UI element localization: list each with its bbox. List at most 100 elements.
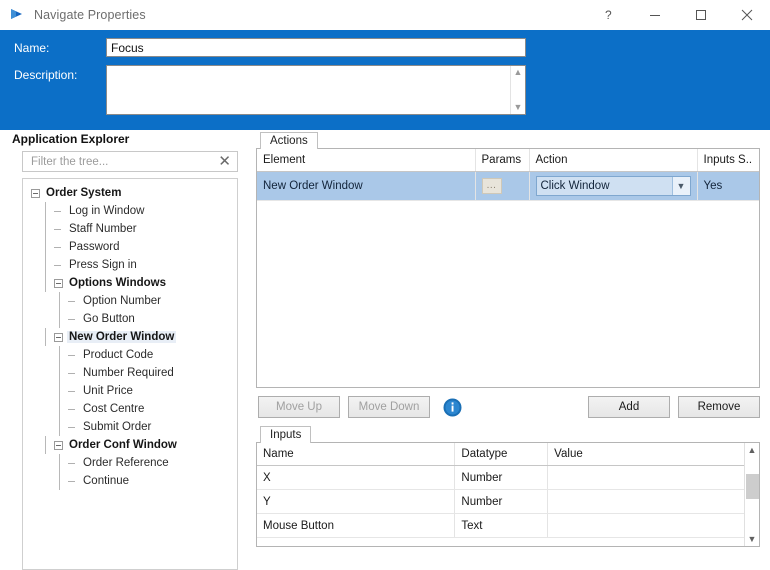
tree-item-press-sign-in[interactable]: Press Sign in <box>23 256 237 274</box>
remove-button[interactable]: Remove <box>678 396 760 418</box>
tree-item-continue[interactable]: Continue <box>23 472 237 490</box>
cell-element[interactable]: New Order Window <box>257 171 476 201</box>
inputs-scrollbar[interactable]: ▲ ▼ <box>744 443 759 546</box>
tab-inputs[interactable]: Inputs <box>260 426 312 443</box>
tree-item-label: Option Number <box>83 295 161 307</box>
column-header-params[interactable]: Params <box>475 149 530 172</box>
cell-name[interactable]: X <box>257 465 456 490</box>
expander-icon[interactable] <box>31 188 40 198</box>
chevron-down-icon[interactable]: ▼ <box>514 103 523 112</box>
description-scrollbar[interactable]: ▲ ▼ <box>510 66 525 114</box>
cell-value[interactable] <box>547 465 759 490</box>
tree-item-submit-order[interactable]: Submit Order <box>23 418 237 436</box>
scroll-down-icon[interactable]: ▼ <box>745 532 760 546</box>
actions-header-row: Element Params Action Inputs S.. <box>257 149 759 172</box>
tree-item-option-number[interactable]: Option Number <box>23 292 237 310</box>
tree-item-password[interactable]: Password <box>23 238 237 256</box>
tree-connector-icon <box>54 261 63 270</box>
cell-datatype[interactable]: Number <box>454 465 549 490</box>
cell-params[interactable]: ... <box>475 171 530 201</box>
chevron-down-icon[interactable]: ▼ <box>671 177 690 195</box>
clear-filter-icon[interactable]: ✕ <box>216 154 233 169</box>
table-row[interactable]: Mouse Button Text <box>257 513 759 538</box>
cell-value[interactable] <box>547 489 759 514</box>
table-row[interactable]: New Order Window ... Click Window ▼ Yes <box>257 171 759 201</box>
column-header-inputs-supplied[interactable]: Inputs S.. <box>697 149 759 172</box>
tree-item-unit-price[interactable]: Unit Price <box>23 382 237 400</box>
description-row: Description: ▲ ▼ <box>14 65 758 115</box>
tree-item-options-windows[interactable]: Options Windows <box>23 274 237 292</box>
chevron-up-icon[interactable]: ▲ <box>514 68 523 77</box>
description-textarea[interactable] <box>107 66 510 114</box>
tree-connector-icon <box>68 423 77 432</box>
window-controls: ? <box>586 0 770 30</box>
tree-connector-icon <box>68 477 77 486</box>
description-field[interactable]: ▲ ▼ <box>106 65 526 115</box>
table-row[interactable]: Y Number <box>257 489 759 514</box>
scroll-thumb[interactable] <box>745 473 759 499</box>
name-input[interactable] <box>106 38 526 57</box>
tree-item-staff-number[interactable]: Staff Number <box>23 220 237 238</box>
tree-item-label: Go Button <box>83 313 135 325</box>
tree-item-product-code[interactable]: Product Code <box>23 346 237 364</box>
tree-item-label: Number Required <box>83 367 174 379</box>
tab-actions[interactable]: Actions <box>260 132 318 149</box>
tree-filter-box[interactable]: ✕ <box>22 151 238 172</box>
move-up-button[interactable]: Move Up <box>258 396 340 418</box>
column-header-action[interactable]: Action <box>529 149 698 172</box>
tree-connector-icon <box>54 243 63 252</box>
tree-item-label: Press Sign in <box>69 259 137 271</box>
tree-item-order-reference[interactable]: Order Reference <box>23 454 237 472</box>
column-header-element[interactable]: Element <box>257 149 476 172</box>
cell-name[interactable]: Y <box>257 489 456 514</box>
tree-connector-icon <box>68 351 77 360</box>
tree-item-new-order-window[interactable]: New Order Window <box>23 328 237 346</box>
cell-inputs-supplied[interactable]: Yes <box>697 171 759 201</box>
tree-connector-icon <box>68 315 77 324</box>
tree-filter-input[interactable] <box>29 154 217 169</box>
actions-inputs-panel: Actions Element Params Action Inputs S.. <box>256 130 770 568</box>
application-tree[interactable]: Order System Log in Window Staff Number Pas… <box>22 178 238 570</box>
add-button[interactable]: Add <box>588 396 670 418</box>
cell-value[interactable] <box>547 513 759 538</box>
tree-item-label: Unit Price <box>83 385 133 397</box>
tree-item-label: Submit Order <box>83 421 152 433</box>
tree-connector-icon <box>68 369 77 378</box>
cell-datatype[interactable]: Text <box>454 513 549 538</box>
column-header-name[interactable]: Name <box>257 443 456 466</box>
action-dropdown[interactable]: Click Window ▼ <box>535 176 691 196</box>
tree-item-order-conf-window[interactable]: Order Conf Window <box>23 436 237 454</box>
actions-table: Element Params Action Inputs S.. New Ord… <box>257 149 759 201</box>
minimize-button[interactable] <box>632 0 678 30</box>
expander-icon[interactable] <box>54 278 63 288</box>
cell-name[interactable]: Mouse Button <box>257 513 456 538</box>
table-row[interactable]: X Number <box>257 465 759 490</box>
tree-item-log-in-window[interactable]: Log in Window <box>23 202 237 220</box>
tree-item-number-required[interactable]: Number Required <box>23 364 237 382</box>
actions-grid[interactable]: Element Params Action Inputs S.. New Ord… <box>256 148 760 388</box>
move-down-button[interactable]: Move Down <box>348 396 430 418</box>
expander-icon[interactable] <box>54 332 63 342</box>
expander-icon[interactable] <box>54 440 63 450</box>
help-button[interactable]: ? <box>586 0 632 30</box>
inputs-grid[interactable]: Name Datatype Value X Number Y Number Mouse … <box>256 442 760 547</box>
scroll-track[interactable] <box>745 457 760 532</box>
params-ellipsis-button[interactable]: ... <box>481 178 502 194</box>
title-bar: Navigate Properties ? <box>0 0 770 30</box>
actions-tabstrip: Actions <box>256 130 770 149</box>
cell-action[interactable]: Click Window ▼ <box>529 171 698 201</box>
tree-item-label: Product Code <box>83 349 154 361</box>
scroll-up-icon[interactable]: ▲ <box>745 443 760 457</box>
tree-item-label: Options Windows <box>69 277 166 289</box>
main-content: Application Explorer ✕ Order System Log i… <box>0 130 770 570</box>
tree-item-go-button[interactable]: Go Button <box>23 310 237 328</box>
name-row: Name: <box>14 38 758 57</box>
info-circle-icon[interactable] <box>442 397 462 417</box>
tree-item-cost-centre[interactable]: Cost Centre <box>23 400 237 418</box>
maximize-button[interactable] <box>678 0 724 30</box>
column-header-datatype[interactable]: Datatype <box>454 443 549 466</box>
close-button[interactable] <box>724 0 770 30</box>
cell-datatype[interactable]: Number <box>454 489 549 514</box>
column-header-value[interactable]: Value <box>547 443 759 466</box>
tree-item-order-system[interactable]: Order System <box>23 184 237 202</box>
